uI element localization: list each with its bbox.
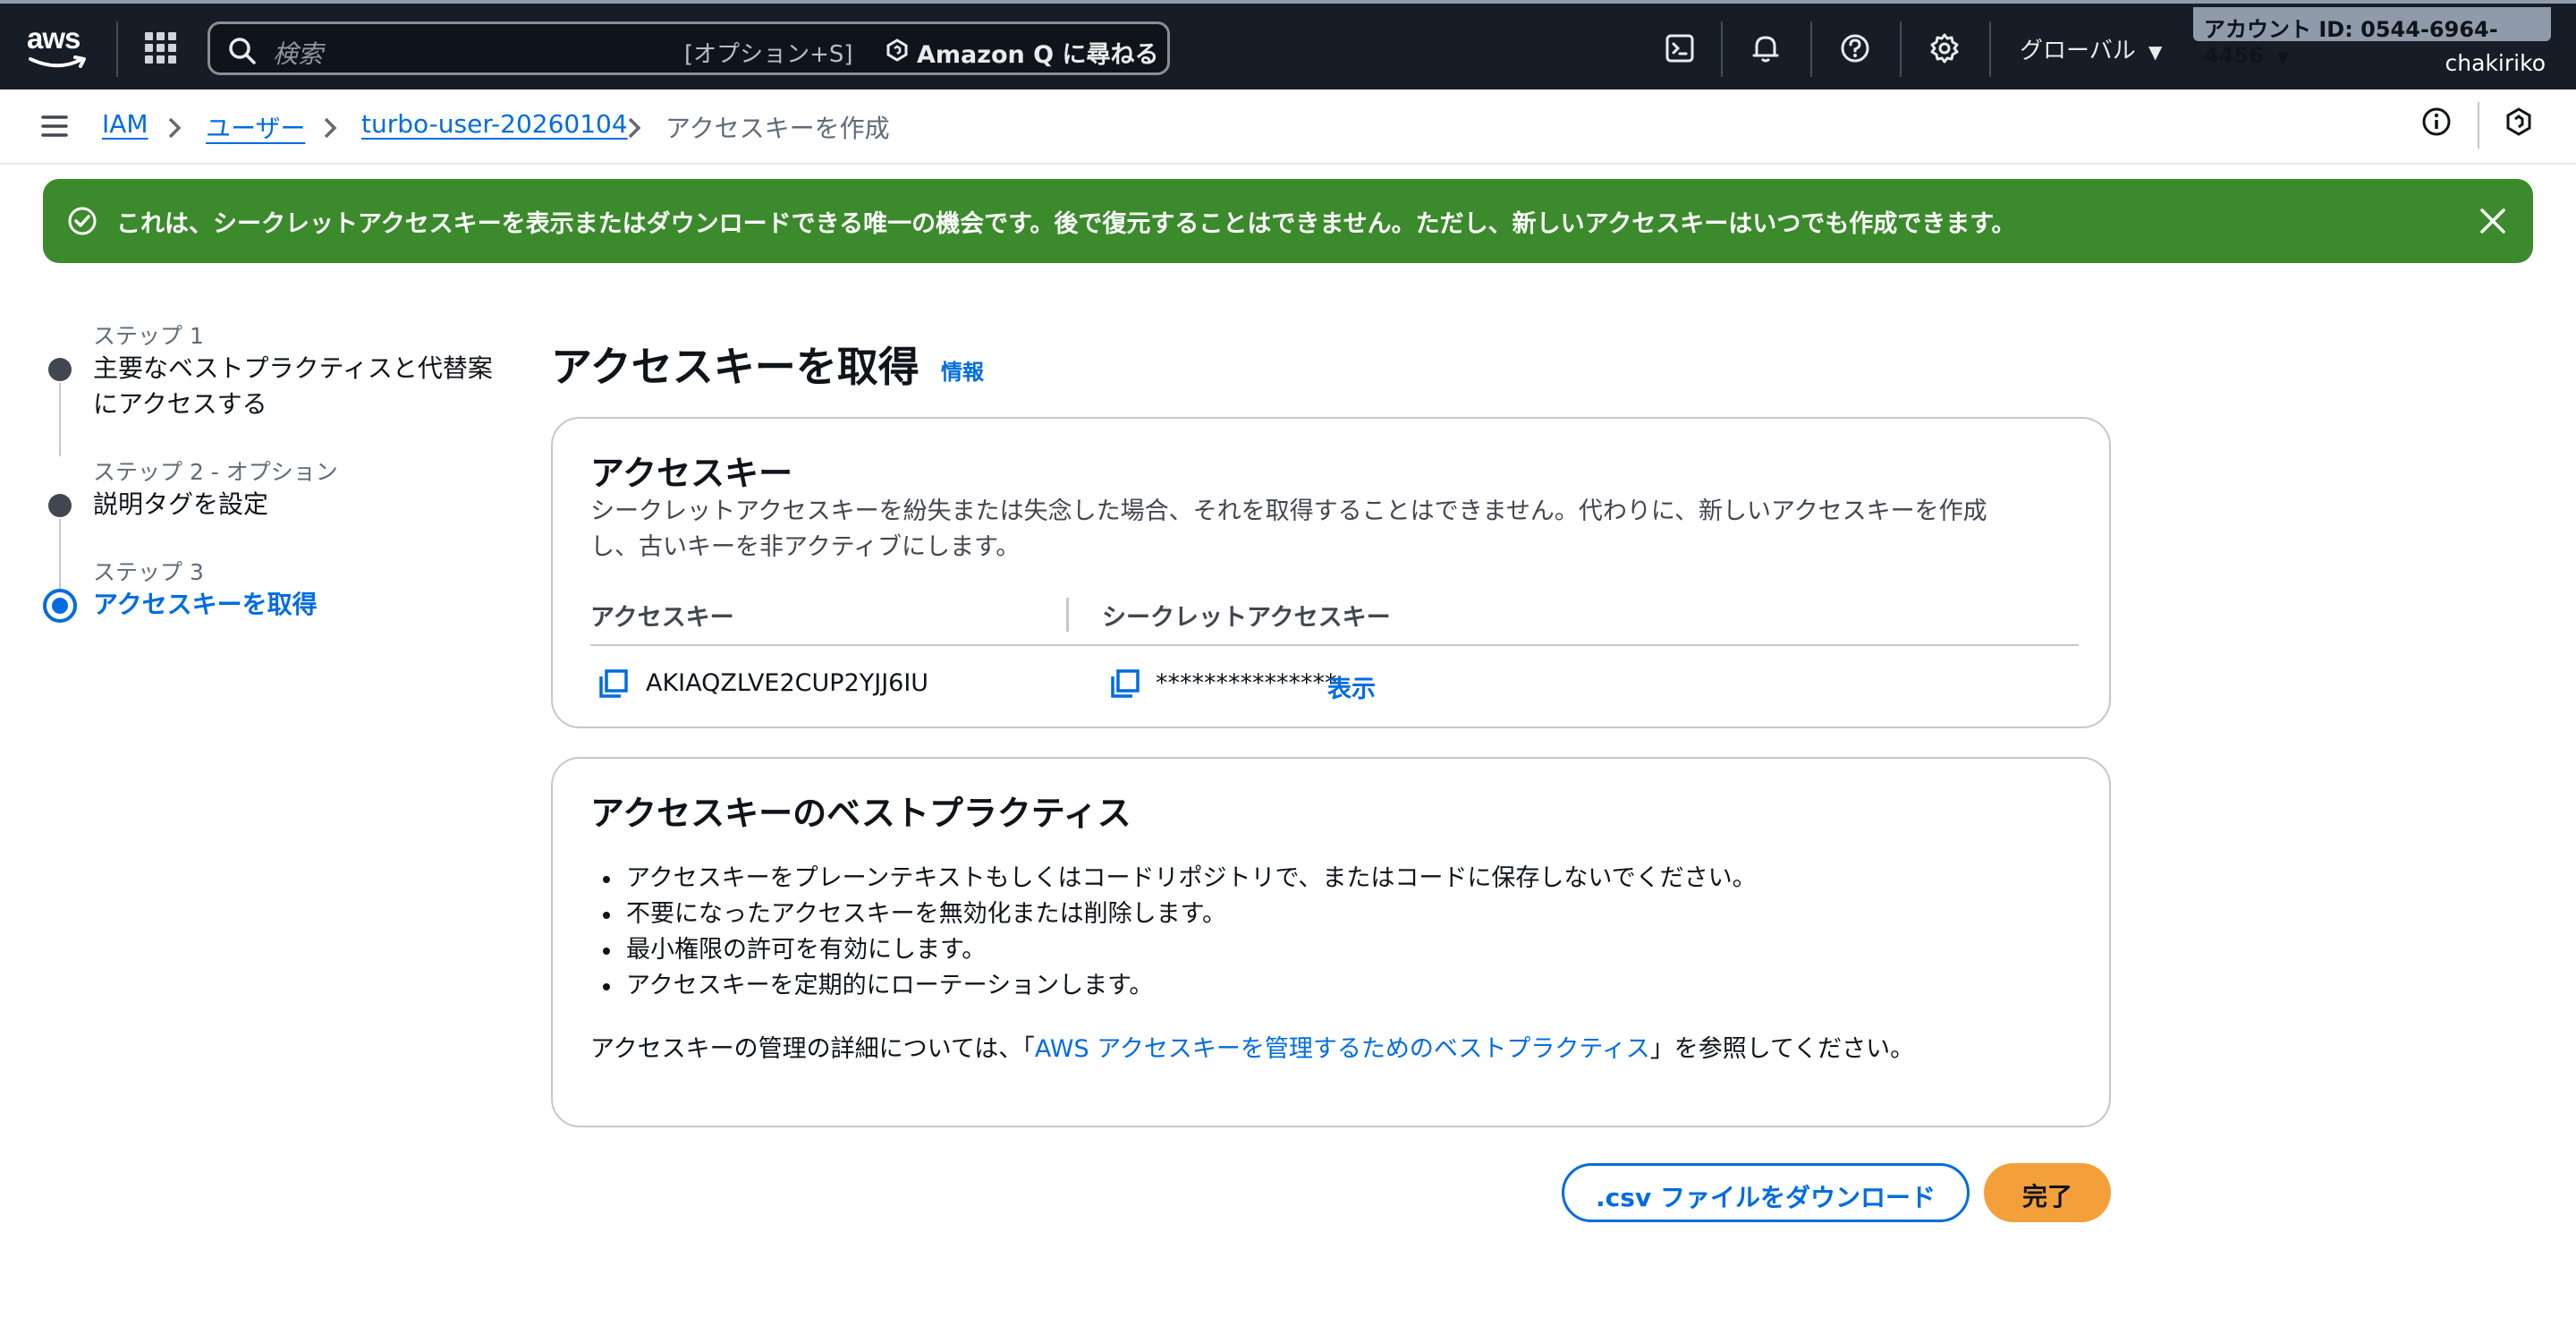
best-practices-list: アクセスキーをプレーンテキストもしくはコードリポジトリで、またはコードに保存しな… xyxy=(590,861,1757,1004)
cloudshell-icon[interactable] xyxy=(1658,27,1701,70)
nav-divider xyxy=(1721,21,1723,77)
account-menu[interactable]: アカウント ID: 0544-6964-4456 ▼ xyxy=(2193,7,2551,68)
ask-amazon-q-button[interactable]: Amazon Q に尋ねる xyxy=(917,35,1159,70)
close-icon[interactable] xyxy=(2478,206,2508,236)
caret-down-icon: ▼ xyxy=(2148,41,2163,63)
chevron-right-icon xyxy=(628,117,641,139)
list-item: 最小権限の許可を有効にします。 xyxy=(590,932,1757,968)
step-1-title[interactable]: 主要なベストプラクティスと代替案 にアクセスする xyxy=(93,351,493,422)
search-icon xyxy=(229,38,256,64)
notifications-bell-icon[interactable] xyxy=(1744,27,1787,70)
search-shortcut: [オプション+S] xyxy=(684,41,853,68)
chevron-right-icon xyxy=(324,117,337,139)
column-header-secret-key: シークレットアクセスキー xyxy=(1102,604,1391,632)
aws-smile-icon xyxy=(29,55,86,68)
aws-logo-text: aws xyxy=(27,21,80,55)
success-flash-banner: これは、シークレットアクセスキーを表示またはダウンロードできる唯一の機会です。後… xyxy=(43,179,2533,263)
caret-down-icon: ▼ xyxy=(2276,48,2289,67)
step-1-title-line1: 主要なベストプラクティスと代替案 xyxy=(93,353,493,383)
nav-divider xyxy=(1900,21,1902,77)
access-key-card: アクセスキー シークレットアクセスキーを紛失または失念した場合、それを取得するこ… xyxy=(551,417,2111,728)
list-item: アクセスキーを定期的にローテーションします。 xyxy=(590,968,1757,1004)
menu-hamburger-icon[interactable] xyxy=(39,111,70,141)
services-menu-icon[interactable] xyxy=(143,30,179,66)
search-input[interactable]: 検索 [オプション+S] Amazon Q に尋ねる xyxy=(208,21,1170,75)
list-item: アクセスキーをプレーンテキストもしくはコードリポジトリで、またはコードに保存しな… xyxy=(590,861,1757,897)
column-divider xyxy=(1066,598,1069,632)
help-icon[interactable] xyxy=(1834,27,1877,70)
breadcrumb-users[interactable]: ユーザー xyxy=(206,109,305,145)
step-2-title[interactable]: 説明タグを設定 xyxy=(93,487,268,523)
best-practices-card: アクセスキーのベストプラクティス アクセスキーをプレーンテキストもしくはコードリ… xyxy=(551,757,2111,1127)
step-connector xyxy=(59,383,61,456)
username[interactable]: chakiriko xyxy=(2445,50,2546,76)
step-1-label: ステップ 1 xyxy=(93,323,204,349)
column-header-access-key: アクセスキー xyxy=(590,604,734,632)
breadcrumb-user[interactable]: turbo-user-20260104 xyxy=(361,109,628,139)
copy-icon[interactable] xyxy=(597,667,630,700)
toolbar-divider xyxy=(2478,102,2479,149)
access-key-value: AKIAQZLVE2CUP2YJJ6IU xyxy=(646,669,929,697)
step-connector xyxy=(59,519,61,591)
best-practices-doc-link[interactable]: AWS アクセスキーを管理するためのベストプラクティス xyxy=(1035,1035,1650,1063)
settings-gear-icon[interactable] xyxy=(1923,27,1966,70)
breadcrumb-bar: IAM ユーザー turbo-user-20260104 アクセスキーを作成 xyxy=(0,89,2576,165)
best-practices-heading: アクセスキーのベストプラクティス xyxy=(590,794,1131,833)
step-1-indicator xyxy=(48,358,72,381)
info-panel-icon[interactable] xyxy=(2420,106,2453,138)
show-secret-link[interactable]: 表示 xyxy=(1327,669,1376,704)
step-3-indicator-active xyxy=(43,589,77,623)
aws-logo[interactable]: aws xyxy=(27,21,91,75)
nav-divider xyxy=(116,21,118,77)
info-link[interactable]: 情報 xyxy=(941,354,984,386)
top-navigation: aws 検索 [オプション+S] Amazon Q に尋ねる グローバル ▼ ア… xyxy=(0,0,2576,89)
page-title: アクセスキーを取得 xyxy=(551,343,919,391)
nav-divider xyxy=(1810,21,1812,77)
list-item: 不要になったアクセスキーを無効化または削除します。 xyxy=(590,897,1757,932)
copy-icon[interactable] xyxy=(1109,667,1141,700)
region-label: グローバル xyxy=(2020,38,2136,64)
amazon-q-panel-icon[interactable] xyxy=(2503,106,2535,138)
success-check-icon xyxy=(68,207,97,235)
secret-key-masked: *************** xyxy=(1156,669,1337,697)
download-csv-button[interactable]: .csv ファイルをダウンロード xyxy=(1562,1163,1970,1222)
access-key-description-line2: し、古いキーを非アクティブにします。 xyxy=(590,533,1021,561)
breadcrumb-iam[interactable]: IAM xyxy=(102,109,148,139)
footer-prefix: アクセスキーの管理の詳細については、「 xyxy=(590,1035,1035,1063)
chevron-right-icon xyxy=(168,117,182,139)
step-3-title: アクセスキーを取得 xyxy=(93,590,318,619)
step-2-label: ステップ 2 - オプション xyxy=(93,459,338,485)
best-practices-footer: アクセスキーの管理の詳細については、「AWS アクセスキーを管理するためのベスト… xyxy=(590,1029,1914,1064)
step-1-title-line2: にアクセスする xyxy=(93,389,267,419)
amazon-q-icon xyxy=(886,38,908,62)
access-key-heading: アクセスキー xyxy=(590,454,793,493)
step-2-indicator xyxy=(48,494,72,517)
access-key-description-line1: シークレットアクセスキーを紛失または失念した場合、それを取得することはできません… xyxy=(590,497,1987,525)
flash-message: これは、シークレットアクセスキーを表示またはダウンロードできる唯一の機会です。後… xyxy=(116,210,2016,238)
breadcrumb-current: アクセスキーを作成 xyxy=(665,114,890,143)
step-3-label: ステップ 3 xyxy=(93,559,204,585)
access-key-description: シークレットアクセスキーを紛失または失念した場合、それを取得することはできません… xyxy=(590,494,2057,565)
search-placeholder: 検索 xyxy=(273,39,324,69)
table-divider xyxy=(590,644,2079,646)
nav-divider xyxy=(1989,21,1991,77)
region-selector[interactable]: グローバル ▼ xyxy=(2020,32,2162,65)
footer-suffix: 」を参照してください。 xyxy=(1649,1035,1915,1063)
done-button[interactable]: 完了 xyxy=(1984,1163,2111,1222)
